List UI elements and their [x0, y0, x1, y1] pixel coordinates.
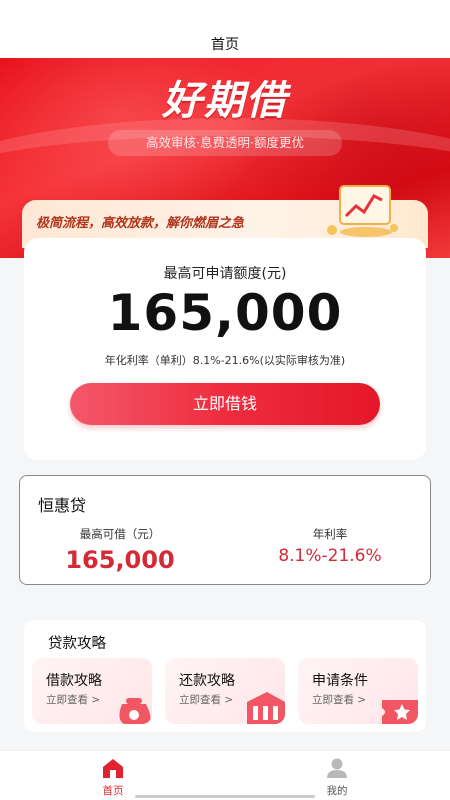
guide-item-borrow[interactable]: 借款攻略 立即查看 > — [32, 658, 152, 724]
status-bar — [0, 0, 450, 28]
bank-icon — [247, 692, 285, 724]
loan-guide-section: 贷款攻略 借款攻略 立即查看 > 还款攻略 立即查看 > 申请条件 立即查看 > — [24, 620, 426, 732]
product-rate-label: 年利率 — [312, 527, 348, 541]
product-limit-label: 最高可借（元） — [79, 527, 161, 541]
guide-item-title: 还款攻略 — [179, 673, 235, 689]
product-name: 恒惠贷 — [38, 496, 87, 515]
quota-rate-text: 年化利率（单利）8.1%-21.6%(以实际审核为准) — [104, 354, 346, 367]
growth-chart-icon — [327, 185, 398, 237]
guide-item-link: 立即查看 > — [312, 694, 367, 706]
tab-home[interactable]: 首页 — [68, 757, 158, 799]
brand-slogan: 高效审核·息费透明·额度更优 — [108, 130, 342, 156]
quota-label: 最高可申请额度(元) — [163, 266, 287, 282]
quota-card: 最高可申请额度(元) 165,000 年化利率（单利）8.1%-21.6%(以实… — [24, 238, 426, 460]
brand-logo: 好期借 — [162, 77, 288, 124]
guide-item-title: 借款攻略 — [46, 673, 102, 689]
product-rate: 8.1%-21.6% — [278, 546, 382, 566]
guide-item-title: 申请条件 — [312, 673, 368, 689]
home-icon — [103, 759, 123, 778]
section-title: 贷款攻略 — [48, 636, 106, 652]
guide-item-repay[interactable]: 还款攻略 立即查看 > — [165, 658, 285, 724]
guide-item-conditions[interactable]: 申请条件 立即查看 > — [298, 658, 418, 724]
user-icon — [327, 758, 347, 778]
tab-mine[interactable]: 我的 — [292, 757, 382, 799]
home-indicator — [135, 795, 315, 798]
promo-text: 极简流程，高效放款，解你燃眉之急 — [36, 216, 245, 231]
ticket-star-icon — [382, 700, 418, 724]
guide-item-link: 立即查看 > — [179, 694, 234, 706]
money-bag-icon — [119, 698, 151, 724]
nav-bar: 首页 — [0, 28, 450, 60]
page-title: 首页 — [211, 37, 239, 53]
guide-item-link: 立即查看 > — [46, 694, 101, 706]
bottom-tab-bar: 首页 我的 — [0, 750, 450, 800]
borrow-now-button[interactable]: 立即借钱 — [70, 383, 380, 425]
quota-amount: 165,000 — [107, 284, 343, 342]
product-card[interactable]: 恒惠贷 最高可借（元） 165,000 年利率 8.1%-21.6% — [19, 475, 431, 585]
product-limit: 165,000 — [65, 546, 175, 574]
